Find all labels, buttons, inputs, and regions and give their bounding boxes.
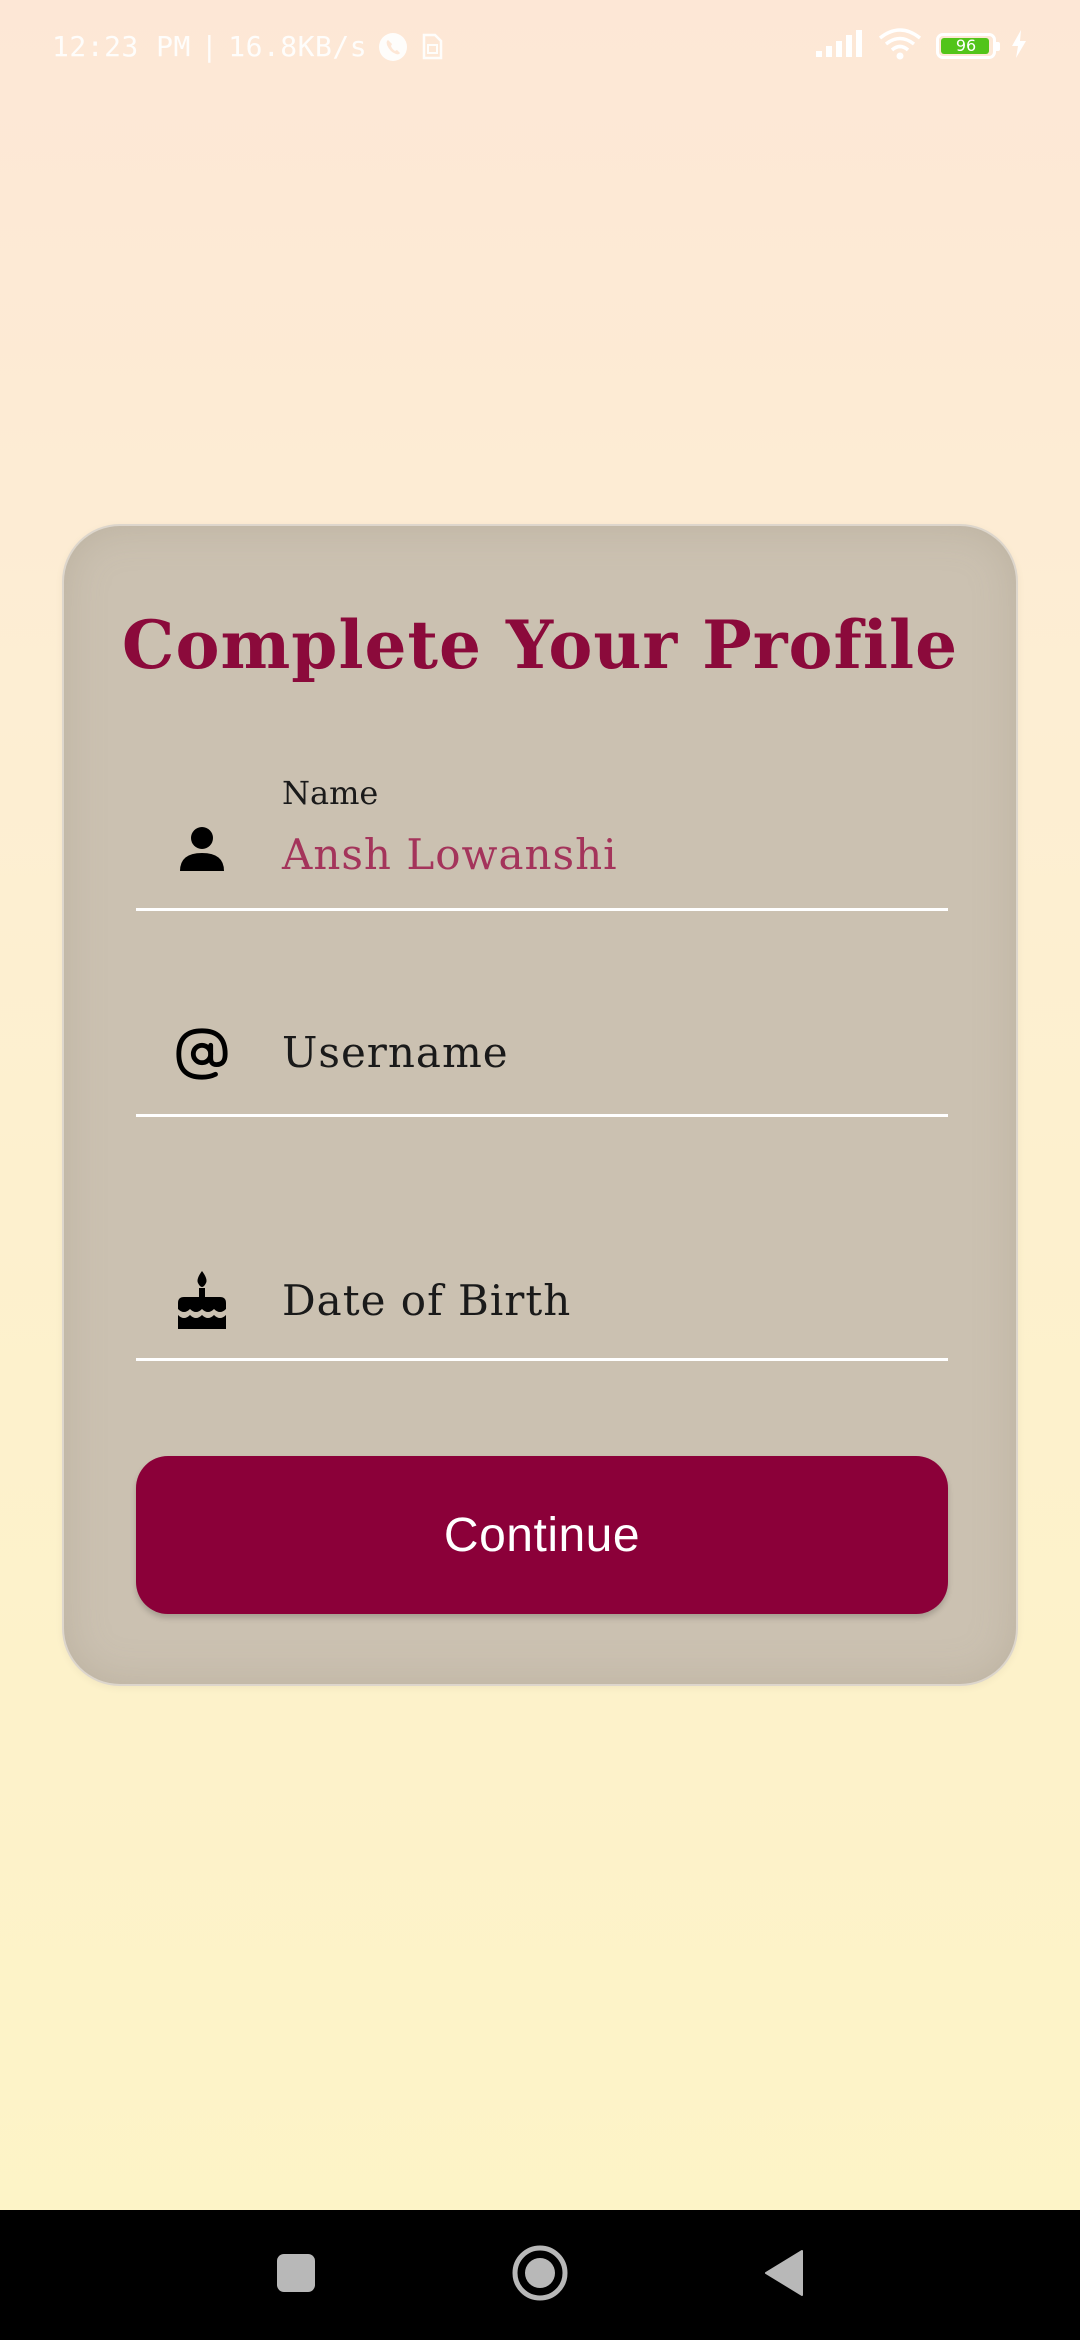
home-button[interactable]	[480, 2210, 600, 2340]
phone-call-icon	[377, 31, 409, 63]
back-button[interactable]	[724, 2210, 844, 2340]
recents-button[interactable]	[236, 2210, 356, 2340]
username-field[interactable]: Username	[136, 966, 948, 1117]
status-time: 12:23 PM	[52, 30, 191, 63]
name-field[interactable]: Name Ansh Lowanshi	[136, 768, 948, 911]
battery-level: 96	[955, 36, 977, 55]
recents-square-icon	[275, 2252, 317, 2298]
person-icon	[174, 820, 230, 876]
battery-cap	[996, 42, 1000, 51]
status-left: 12:23 PM | 16.8KB/s	[52, 30, 445, 63]
sim-icon	[419, 32, 445, 62]
home-circle-icon	[510, 2243, 570, 2307]
back-triangle-icon	[762, 2249, 806, 2301]
profile-card: Complete Your Profile Name Ansh Lowanshi…	[62, 524, 1018, 1686]
signal-bars-icon	[814, 29, 864, 63]
navigation-bar	[0, 2210, 1080, 2340]
birthday-cake-icon	[174, 1271, 230, 1329]
continue-button[interactable]: Continue	[136, 1456, 948, 1614]
wifi-icon	[878, 28, 922, 64]
status-bar: 12:23 PM | 16.8KB/s 96	[0, 0, 1080, 96]
battery-icon: 96	[936, 33, 1000, 59]
date-of-birth-input[interactable]: Date of Birth	[282, 1276, 571, 1325]
at-sign-icon	[174, 1026, 230, 1082]
card-title: Complete Your Profile	[121, 606, 959, 684]
name-field-value[interactable]: Ansh Lowanshi	[282, 830, 618, 879]
status-separator: |	[200, 30, 219, 63]
charging-bolt-icon	[1010, 29, 1028, 63]
network-speed: 16.8KB/s	[228, 30, 368, 63]
name-field-label: Name	[282, 774, 379, 812]
date-of-birth-field[interactable]: Date of Birth	[136, 1186, 948, 1361]
username-input[interactable]: Username	[282, 1028, 509, 1077]
status-right: 96	[814, 28, 1028, 64]
